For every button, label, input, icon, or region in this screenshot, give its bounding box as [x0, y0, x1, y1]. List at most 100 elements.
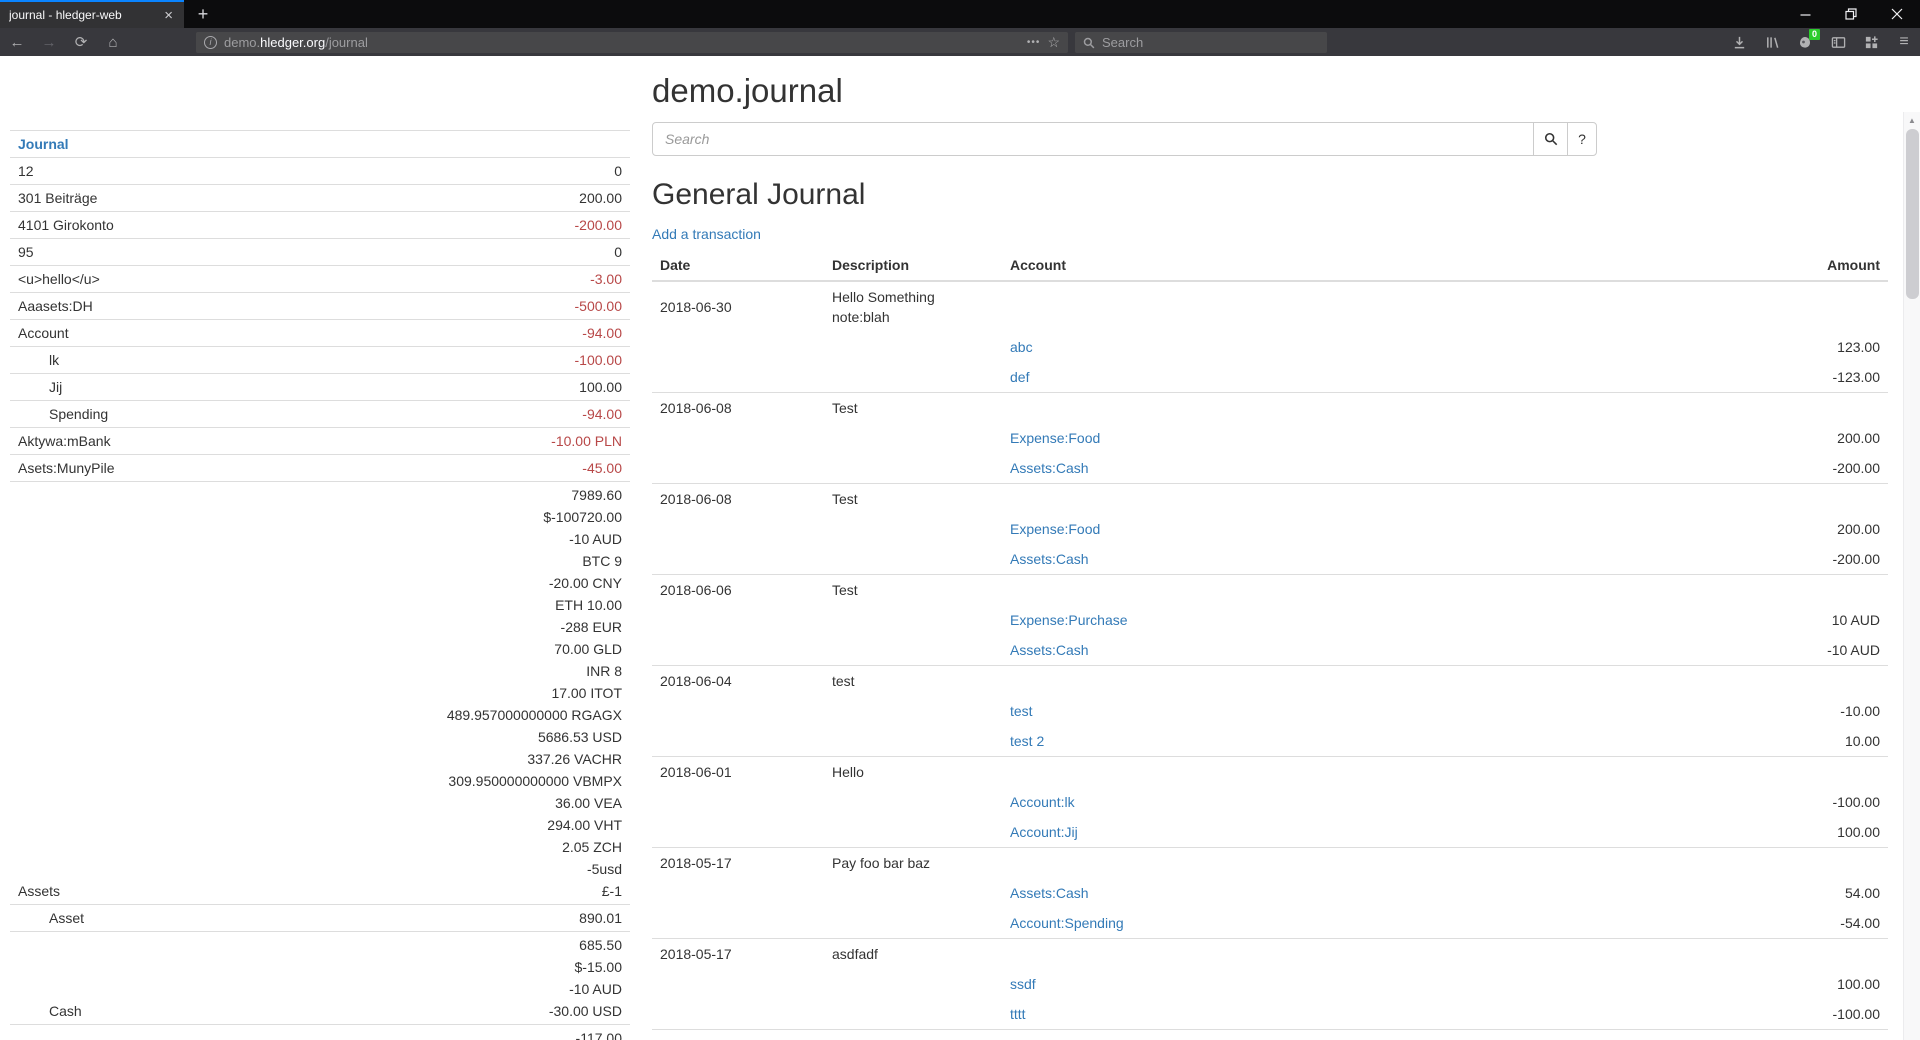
window-restore-button[interactable]: [1828, 0, 1874, 28]
posting-row: Account:lk -100.00: [652, 787, 1888, 817]
posting-row: Expense:Purchase10 AUD: [652, 605, 1888, 635]
account-balance: -20.00 CNY: [358, 572, 622, 594]
scrollbar-thumb[interactable]: [1906, 129, 1919, 299]
minimize-icon: [1800, 9, 1811, 20]
sidebar-account-balance-cell: 0: [350, 158, 630, 185]
back-button[interactable]: ←: [6, 34, 28, 51]
transaction-description: test: [824, 666, 1002, 697]
activity-grid-button[interactable]: [1861, 32, 1881, 52]
account-balance: -94.00: [358, 403, 622, 425]
page-scrollbar[interactable]: ▲ ▼: [1903, 112, 1920, 1040]
sidebar-account-row: Assets7989.60$-100720.00-10 AUDBTC 9-20.…: [10, 482, 630, 905]
extension-button[interactable]: 0: [1795, 32, 1815, 52]
posting-account-link[interactable]: def: [1010, 369, 1029, 385]
account-balance: 5686.53 USD: [358, 726, 622, 748]
posting-account-link[interactable]: Assets:Cash: [1010, 642, 1089, 658]
empty-cell: [824, 787, 1002, 817]
search-button[interactable]: [1533, 122, 1568, 156]
empty-cell: [652, 453, 824, 484]
empty-cell: [652, 817, 824, 848]
account-balance: 489.957000000000 RGAGX: [358, 704, 622, 726]
browser-search-bar[interactable]: Search: [1075, 32, 1327, 53]
page-actions-icon[interactable]: •••: [1027, 37, 1041, 48]
section-heading: General Journal: [652, 178, 1888, 212]
posting-account-link[interactable]: Account:Jij: [1010, 824, 1078, 840]
bookmark-star-icon[interactable]: ☆: [1047, 34, 1060, 51]
account-balance: BTC 9: [358, 550, 622, 572]
tab-close-icon[interactable]: ×: [162, 7, 175, 24]
posting-account-link[interactable]: Assets:Cash: [1010, 551, 1089, 567]
posting-account-link[interactable]: Assets:Cash: [1010, 460, 1089, 476]
empty-cell: [1002, 1030, 1588, 1040]
sidebar-account-link[interactable]: 12: [18, 163, 34, 179]
window-minimize-button[interactable]: [1782, 0, 1828, 28]
posting-account-link[interactable]: Expense:Purchase: [1010, 612, 1128, 628]
sidebar-account-link[interactable]: Asset: [49, 910, 84, 926]
transaction-description: Pay foo bar baz: [824, 848, 1002, 879]
posting-account-link[interactable]: test 2: [1010, 733, 1044, 749]
sidebar-account-link[interactable]: Aktywa:mBank: [18, 433, 111, 449]
empty-cell: [652, 362, 824, 393]
sidebar-account-link[interactable]: Account: [18, 325, 69, 341]
account-balance: -100.00: [358, 349, 622, 371]
sidebar-account-link[interactable]: Cash: [49, 1003, 82, 1019]
transaction-date: 2018-06-01: [652, 757, 824, 788]
reload-button[interactable]: ⟳: [70, 33, 92, 51]
account-balance: 0: [358, 241, 622, 263]
sidebar-account-link[interactable]: Assets: [18, 883, 60, 899]
search-input[interactable]: [652, 122, 1534, 156]
sidebar-account-link[interactable]: Jij: [49, 379, 62, 395]
posting-account-link[interactable]: test: [1010, 703, 1033, 719]
posting-row: Assets:Cash-200.00: [652, 544, 1888, 575]
posting-account-cell: ssdf: [1002, 969, 1588, 999]
posting-account-link[interactable]: Account:lk: [1010, 794, 1075, 810]
menu-button[interactable]: ≡: [1894, 32, 1914, 52]
posting-account-link[interactable]: Expense:Food: [1010, 521, 1100, 537]
sidebar-account-link[interactable]: 301 Beiträge: [18, 190, 97, 206]
posting-row: test-10.00: [652, 696, 1888, 726]
account-balance: -94.00: [358, 322, 622, 344]
empty-cell: [1588, 848, 1888, 879]
url-bar[interactable]: i demo.hledger.org/journal ••• ☆: [196, 32, 1068, 53]
home-button[interactable]: ⌂: [102, 34, 124, 51]
sidebar-toggle-button[interactable]: [1828, 32, 1848, 52]
sidebar-account-link[interactable]: lk: [49, 352, 59, 368]
url-path: /journal: [325, 35, 368, 50]
search-help-button[interactable]: ?: [1567, 122, 1597, 156]
forward-button[interactable]: →: [38, 34, 60, 51]
download-button[interactable]: [1729, 32, 1749, 52]
sidebar-account-link[interactable]: Spending: [49, 406, 108, 422]
posting-account-link[interactable]: abc: [1010, 339, 1033, 355]
posting-account-link[interactable]: Assets:Cash: [1010, 885, 1089, 901]
sidebar-account-balance-cell: -94.00: [350, 401, 630, 428]
sidebar-account-row: 95 0: [10, 239, 630, 266]
journal-heading-link[interactable]: Journal: [18, 136, 69, 152]
sidebar-account-link[interactable]: Aaasets:DH: [18, 298, 93, 314]
sidebar-account-link[interactable]: <u>hello</u>: [18, 271, 100, 287]
account-balance: -500.00: [358, 295, 622, 317]
new-tab-button[interactable]: +: [188, 0, 218, 28]
window-close-button[interactable]: [1874, 0, 1920, 28]
posting-account-link[interactable]: Account:Spending: [1010, 915, 1124, 931]
sidebar-account-link[interactable]: 95: [18, 244, 34, 260]
posting-account-link[interactable]: tttt: [1010, 1006, 1026, 1022]
posting-amount: -123.00: [1588, 362, 1888, 393]
accounts-sidebar: Journal 120301 Beiträge200.004101 Giroko…: [10, 130, 630, 1040]
close-icon: [1891, 8, 1903, 20]
posting-amount: 10.00: [1588, 726, 1888, 757]
posting-account-link[interactable]: Expense:Food: [1010, 430, 1100, 446]
url-domain: hledger.org: [260, 35, 325, 50]
empty-cell: [824, 453, 1002, 484]
posting-amount: 200.00: [1588, 423, 1888, 453]
posting-amount: -100.00: [1588, 787, 1888, 817]
sidebar-account-row: Asset890.01: [10, 905, 630, 932]
posting-account-link[interactable]: ssdf: [1010, 976, 1036, 992]
scroll-up-icon[interactable]: ▲: [1904, 112, 1920, 128]
site-info-icon[interactable]: i: [204, 36, 217, 49]
library-button[interactable]: [1762, 32, 1782, 52]
browser-tab[interactable]: journal - hledger-web ×: [0, 0, 184, 28]
add-transaction-link[interactable]: Add a transaction: [652, 226, 761, 242]
empty-cell: [1002, 939, 1588, 970]
sidebar-account-link[interactable]: 4101 Girokonto: [18, 217, 114, 233]
sidebar-account-link[interactable]: Asets:MunyPile: [18, 460, 114, 476]
